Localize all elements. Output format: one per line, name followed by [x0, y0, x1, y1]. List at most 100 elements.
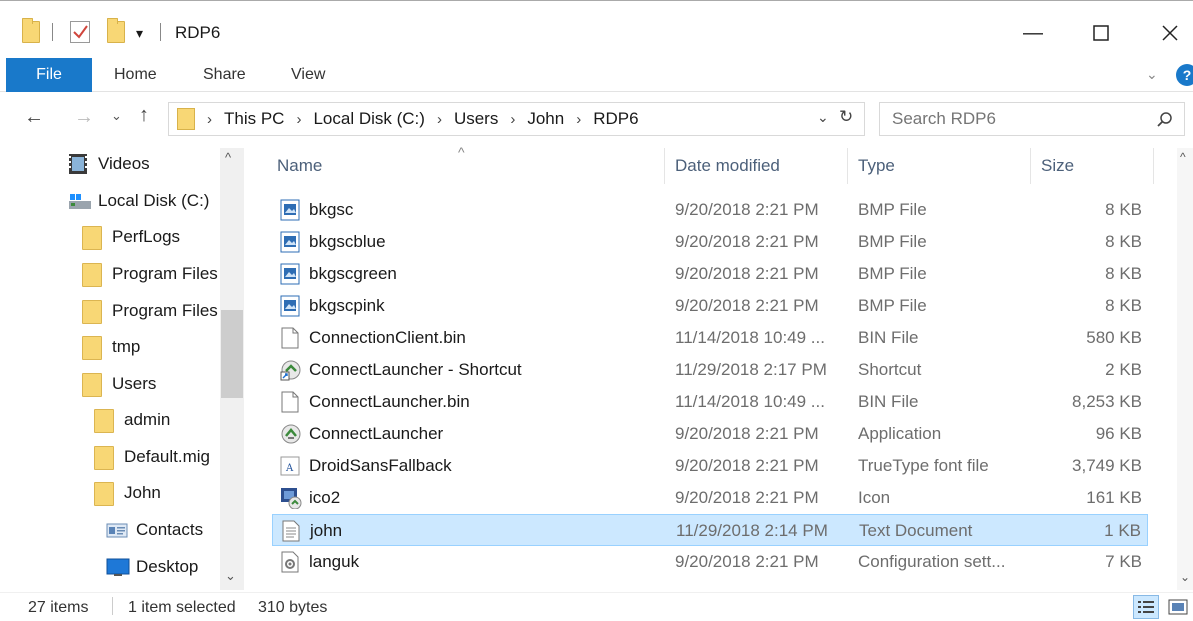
- tab-home[interactable]: Home: [114, 58, 157, 92]
- chevron-right-icon: ›: [436, 110, 442, 128]
- file-row[interactable]: ConnectionClient.bin 11/14/2018 10:49 ...…: [272, 322, 1148, 354]
- file-row[interactable]: languk 9/20/2018 2:21 PM Configuration set…: [272, 546, 1148, 578]
- column-divider[interactable]: [847, 148, 848, 184]
- tab-file[interactable]: File: [6, 58, 92, 92]
- folder-icon: [82, 263, 104, 287]
- folder-icon: [22, 18, 40, 43]
- large-icons-view-icon[interactable]: [1167, 596, 1189, 618]
- breadcrumb-local-disk[interactable]: Local Disk (C:): [313, 109, 424, 129]
- divider: [160, 23, 161, 41]
- file-icon: [280, 327, 300, 349]
- nav-item-local-disk[interactable]: Local Disk (C:): [68, 183, 209, 219]
- column-header-size[interactable]: Size: [1041, 156, 1074, 176]
- nav-item-perflogs[interactable]: PerfLogs: [82, 219, 180, 255]
- tab-share[interactable]: Share: [203, 58, 246, 92]
- file-row[interactable]: bkgscpink 9/20/2018 2:21 PM BMP File 8 KB: [272, 290, 1148, 322]
- details-view-icon[interactable]: [1133, 595, 1159, 619]
- file-row[interactable]: ico2 9/20/2018 2:21 PM Icon 161 KB: [272, 482, 1148, 514]
- expand-ribbon-icon[interactable]: ⌄: [1146, 66, 1158, 83]
- recent-locations-icon[interactable]: ⌄: [111, 108, 122, 124]
- file-date-modified: 9/20/2018 2:21 PM: [675, 552, 819, 571]
- divider: [52, 23, 53, 41]
- column-divider[interactable]: [1153, 148, 1154, 184]
- breadcrumb-rdp6[interactable]: RDP6: [593, 109, 638, 129]
- chevron-right-icon: ›: [207, 110, 212, 128]
- file-row[interactable]: bkgscgreen 9/20/2018 2:21 PM BMP File 8 KB: [272, 258, 1148, 290]
- nav-item-contacts[interactable]: Contacts: [106, 512, 203, 548]
- column-header-type[interactable]: Type: [858, 156, 895, 176]
- file-size: 96 KB: [1095, 424, 1142, 443]
- file-size: 8 KB: [1105, 264, 1142, 283]
- file-row[interactable]: bkgscblue 9/20/2018 2:21 PM BMP File 8 KB: [272, 226, 1148, 258]
- nav-item-users[interactable]: Users: [82, 366, 156, 402]
- folder-icon: [82, 373, 104, 397]
- file-size: 580 KB: [1086, 328, 1142, 347]
- file-row[interactable]: A DroidSansFallback 9/20/2018 2:21 PM TrueT…: [272, 450, 1148, 482]
- file-row[interactable]: ConnectLauncher 9/20/2018 2:21 PM Applicat…: [272, 418, 1148, 450]
- file-row[interactable]: john 11/29/2018 2:14 PM Text Document 1 KB: [272, 514, 1148, 546]
- file-row[interactable]: ConnectLauncher.bin 11/14/2018 10:49 ... B…: [272, 386, 1148, 418]
- search-input[interactable]: [892, 109, 1152, 129]
- address-bar[interactable]: › This PC › Local Disk (C:) › Users › Jo…: [168, 102, 865, 136]
- search-icon[interactable]: [1156, 111, 1174, 129]
- file-size: 8 KB: [1105, 296, 1142, 315]
- file-date-modified: 9/20/2018 2:21 PM: [675, 232, 819, 251]
- file-row[interactable]: bkgsc 9/20/2018 2:21 PM BMP File 8 KB: [272, 194, 1148, 226]
- column-divider[interactable]: [1030, 148, 1031, 184]
- navigation-pane: Videos Local Disk (C:) PerfLogs Program …: [0, 148, 244, 590]
- nav-item-label: tmp: [112, 337, 141, 356]
- back-arrow-icon[interactable]: ←: [24, 106, 44, 129]
- maximize-button[interactable]: [1078, 15, 1124, 51]
- file-date-modified: 9/20/2018 2:21 PM: [675, 424, 819, 443]
- nav-pane-scroll-thumb[interactable]: [221, 310, 243, 398]
- customize-quick-access-icon[interactable]: ▾: [136, 25, 143, 42]
- forward-arrow-icon[interactable]: →: [74, 106, 94, 129]
- breadcrumb-john[interactable]: John: [527, 109, 564, 129]
- properties-icon[interactable]: [70, 21, 90, 43]
- scroll-up-arrow-icon[interactable]: ^: [225, 150, 231, 165]
- refresh-icon[interactable]: ↻: [839, 107, 853, 127]
- file-date-modified: 9/20/2018 2:21 PM: [675, 488, 819, 507]
- close-button[interactable]: [1147, 15, 1193, 51]
- breadcrumb-this-pc[interactable]: This PC: [224, 109, 284, 129]
- shortcut-icon: [280, 359, 301, 381]
- nav-item-default-mig[interactable]: Default.mig: [94, 439, 210, 475]
- file-date-modified: 9/20/2018 2:21 PM: [675, 264, 819, 283]
- item-count: 27 items: [28, 599, 89, 616]
- file-list-scrollbar[interactable]: ^ ⌄: [1177, 148, 1193, 590]
- file-type: Application: [858, 424, 942, 443]
- nav-item-program-files[interactable]: Program Files: [82, 256, 218, 292]
- scroll-down-arrow-icon[interactable]: ⌄: [225, 568, 236, 584]
- text-icon: [281, 520, 301, 542]
- scroll-up-arrow-icon[interactable]: ^: [1180, 150, 1186, 164]
- file-row[interactable]: ConnectLauncher - Shortcut 11/29/2018 2:1…: [272, 354, 1148, 386]
- search-box[interactable]: [879, 102, 1185, 136]
- nav-item-desktop[interactable]: Desktop: [106, 549, 198, 585]
- nav-item-program-files-x86[interactable]: Program Files: [82, 293, 218, 329]
- new-folder-icon[interactable]: [107, 18, 125, 43]
- bmp-icon: [280, 231, 300, 253]
- column-header-name[interactable]: Name: [277, 156, 322, 176]
- nav-item-admin[interactable]: admin: [94, 402, 170, 438]
- nav-item-john[interactable]: John: [94, 475, 161, 511]
- address-dropdown-icon[interactable]: ⌄: [817, 109, 829, 126]
- help-icon[interactable]: ?: [1176, 64, 1193, 86]
- nav-item-videos[interactable]: Videos: [68, 148, 150, 182]
- tab-view[interactable]: View: [291, 58, 325, 92]
- up-arrow-icon[interactable]: ↑: [139, 104, 149, 127]
- nav-item-tmp[interactable]: tmp: [82, 329, 140, 365]
- chevron-right-icon: ›: [576, 110, 582, 128]
- chevron-right-icon: ›: [296, 110, 302, 128]
- column-header-date-modified[interactable]: Date modified: [675, 156, 780, 176]
- file-size: 3,749 KB: [1072, 456, 1142, 475]
- file-size: 8 KB: [1105, 232, 1142, 251]
- scroll-down-arrow-icon[interactable]: ⌄: [1180, 570, 1190, 584]
- nav-item-label: Users: [112, 374, 157, 393]
- breadcrumb-users[interactable]: Users: [454, 109, 498, 129]
- bmp-icon: [280, 199, 300, 221]
- svg-text:A: A: [285, 463, 294, 474]
- file-name: bkgsc: [309, 200, 354, 219]
- file-date-modified: 11/14/2018 10:49 ...: [675, 392, 825, 411]
- minimize-button[interactable]: —: [1010, 15, 1056, 51]
- column-divider[interactable]: [664, 148, 665, 184]
